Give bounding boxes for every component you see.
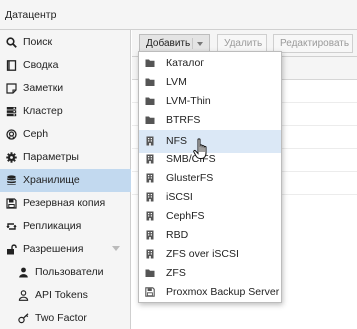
split-divider <box>192 38 193 49</box>
building-icon <box>145 211 155 221</box>
sidebar-item-cluster[interactable]: Кластер <box>0 100 131 123</box>
floppy-icon <box>145 287 155 297</box>
sidebar-item-label: Репликация <box>23 220 82 232</box>
building-icon <box>145 136 155 146</box>
delete-button-label: Удалить <box>224 38 263 49</box>
user-icon <box>18 267 29 278</box>
menu-item-label: iSCSI <box>166 191 193 203</box>
building-icon <box>145 154 155 164</box>
title-bar: Датацентр <box>0 0 357 30</box>
folder-icon <box>145 115 155 125</box>
sidebar-item-label: API Tokens <box>35 289 88 301</box>
sidebar-item-two-factor[interactable]: Two Factor <box>0 307 131 329</box>
building-icon <box>145 249 155 259</box>
menu-item-proxmox-backup-server[interactable]: Proxmox Backup Server <box>139 281 281 304</box>
menu-item-label: Каталог <box>166 57 205 69</box>
sidebar-item-api-tokens[interactable]: API Tokens <box>0 284 131 307</box>
menu-item-label: ZFS <box>166 267 186 279</box>
window-title: Датацентр <box>5 9 57 21</box>
unlock-icon <box>6 244 17 255</box>
ceph-icon <box>6 129 17 140</box>
server-icon <box>6 106 17 117</box>
sidebar-item-label: Пользователи <box>35 266 104 278</box>
search-icon <box>6 37 17 48</box>
menu-item-label: LVM <box>166 76 187 88</box>
user-outline-icon <box>18 290 29 301</box>
add-storage-menu: Каталог LVM LVM-Thin BTRFS NFS SMB/CIFS … <box>138 51 282 303</box>
sidebar-item-label: Резервная копия <box>23 197 106 209</box>
menu-item-label: LVM-Thin <box>166 95 211 107</box>
folder-icon <box>145 58 155 68</box>
sidebar-item-label: Two Factor <box>35 312 87 324</box>
building-icon <box>145 230 155 240</box>
chevron-down-icon[interactable] <box>112 246 120 251</box>
key-icon <box>18 313 29 324</box>
note-icon <box>6 83 17 94</box>
menu-item-label: CephFS <box>166 210 205 222</box>
building-icon <box>145 173 155 183</box>
retweet-icon <box>6 221 17 232</box>
sidebar-item-label: Хранилище <box>23 174 80 186</box>
add-button-label: Добавить <box>146 38 191 49</box>
sidebar-item-label: Сводка <box>23 59 59 71</box>
menu-item-label: ZFS over iSCSI <box>166 248 239 260</box>
hand-pointer-cursor <box>193 138 211 160</box>
sidebar-item-search[interactable]: Поиск <box>0 31 131 54</box>
building-icon <box>145 192 155 202</box>
menu-item-label: Proxmox Backup Server <box>166 286 280 298</box>
menu-item-btrfs[interactable]: BTRFS <box>139 109 281 132</box>
sidebar-item-label: Разрешения <box>23 243 84 255</box>
sidebar-item-label: Кластер <box>23 105 63 117</box>
menu-item-label: RBD <box>166 229 189 241</box>
sidebar: Поиск Сводка Заметки Кластер Ceph Параме… <box>0 30 131 329</box>
chevron-down-icon <box>197 42 203 46</box>
sidebar-item-label: Ceph <box>23 128 49 140</box>
folder-icon <box>145 268 155 278</box>
menu-item-label: GlusterFS <box>166 172 214 184</box>
edit-button-label: Редактировать <box>280 38 350 49</box>
book-icon <box>6 60 17 71</box>
gear-icon <box>6 152 17 163</box>
sidebar-item-label: Параметры <box>23 151 79 163</box>
edit-button[interactable]: Редактировать <box>273 34 353 53</box>
sidebar-item-permissions[interactable]: Разрешения <box>0 238 131 261</box>
sidebar-item-options[interactable]: Параметры <box>0 146 131 169</box>
sidebar-item-backup[interactable]: Резервная копия <box>0 192 131 215</box>
sidebar-item-summary[interactable]: Сводка <box>0 54 131 77</box>
floppy-icon <box>6 198 17 209</box>
sidebar-item-label: Заметки <box>23 82 64 94</box>
folder-icon <box>145 77 155 87</box>
sidebar-item-storage[interactable]: Хранилище <box>0 169 131 192</box>
database-icon <box>6 175 17 186</box>
menu-item-label: NFS <box>166 135 187 147</box>
folder-icon <box>145 96 155 106</box>
sidebar-item-replication[interactable]: Репликация <box>0 215 131 238</box>
sidebar-item-notes[interactable]: Заметки <box>0 77 131 100</box>
sidebar-item-users[interactable]: Пользователи <box>0 261 131 284</box>
sidebar-item-label: Поиск <box>23 36 53 48</box>
sidebar-item-ceph[interactable]: Ceph <box>0 123 131 146</box>
menu-item-label: BTRFS <box>166 114 201 126</box>
